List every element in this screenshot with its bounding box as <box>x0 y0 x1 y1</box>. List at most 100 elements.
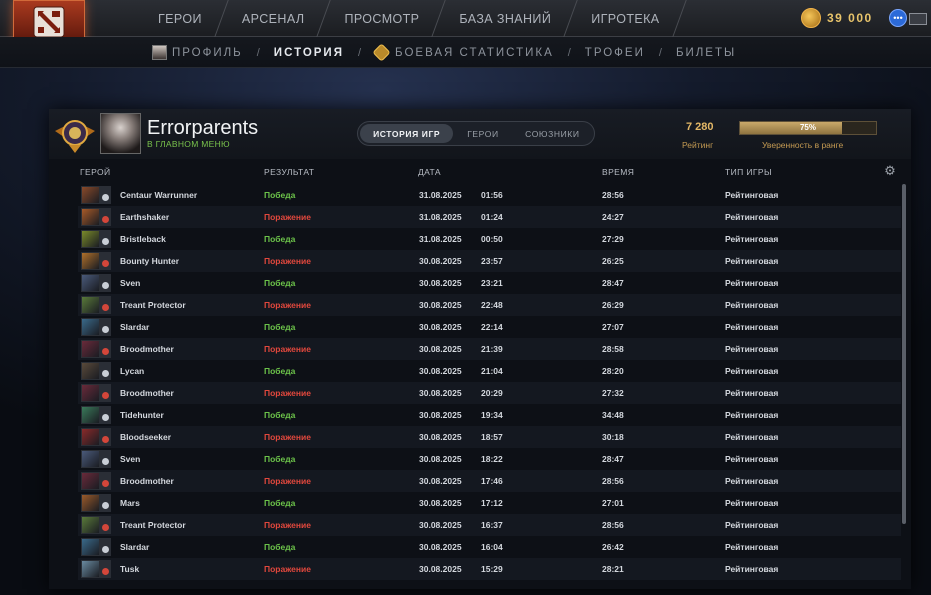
history-view-switcher: ИСТОРИЯ ИГР ГЕРОИ СОЮЗНИКИ <box>357 121 595 146</box>
table-row[interactable]: Slardar Победа 30.08.2025 22:14 27:07 Рейтинг… <box>78 316 901 338</box>
game-type: Рейтинговая <box>725 278 779 288</box>
role-badge-icon <box>100 428 111 446</box>
match-result: Победа <box>264 234 296 244</box>
table-row[interactable]: Broodmother Поражение 30.08.2025 20:29 27:32… <box>78 382 901 404</box>
nav-tab-arsenal[interactable]: АРСЕНАЛ <box>222 0 325 37</box>
match-duration: 28:58 <box>602 344 624 354</box>
tab-allies[interactable]: СОЮЗНИКИ <box>513 124 592 143</box>
table-row[interactable]: Lycan Победа 30.08.2025 21:04 28:20 Рейтингов… <box>78 360 901 382</box>
hero-portrait <box>81 362 100 380</box>
profile-subnav: ПРОФИЛЬ / ИСТОРИЯ / БОЕВАЯ СТАТИСТИКА / … <box>0 37 931 68</box>
tab-match-history[interactable]: ИСТОРИЯ ИГР <box>360 124 454 143</box>
match-result: Победа <box>264 322 296 332</box>
avatar[interactable] <box>100 113 141 154</box>
game-type: Рейтинговая <box>725 476 779 486</box>
table-row[interactable]: Broodmother Поражение 30.08.2025 17:46 28:56… <box>78 470 901 492</box>
table-row[interactable]: Bristleback Победа 31.08.2025 00:50 27:29 Рей… <box>78 228 901 250</box>
match-result: Поражение <box>264 432 311 442</box>
hero-name: Broodmother <box>120 344 174 354</box>
match-time: 18:57 <box>481 432 503 442</box>
profile-header: Errorparents В ГЛАВНОМ МЕНЮ ИСТОРИЯ ИГР … <box>49 109 911 159</box>
role-badge-icon <box>100 318 111 336</box>
hero-portrait <box>81 516 100 534</box>
chat-icon[interactable]: ••• <box>889 9 907 27</box>
scrollbar[interactable] <box>902 184 906 524</box>
subnav-stats[interactable]: БОЕВАЯ СТАТИСТИКА <box>372 43 554 62</box>
match-time: 16:37 <box>481 520 503 530</box>
nav-tab-knowledge[interactable]: БАЗА ЗНАНИЙ <box>439 0 571 37</box>
match-result: Поражение <box>264 300 311 310</box>
hero-portrait <box>81 274 100 292</box>
table-row[interactable]: Slardar Победа 30.08.2025 16:04 26:42 Рейтинг… <box>78 536 901 558</box>
role-badge-icon <box>100 362 111 380</box>
match-date: 30.08.2025 <box>419 564 462 574</box>
nav-tab-heroes[interactable]: ГЕРОИ <box>138 0 222 37</box>
subnav-trophies[interactable]: ТРОФЕИ <box>585 47 645 59</box>
hero-name: Slardar <box>120 322 150 332</box>
column-header-hero[interactable]: ГЕРОЙ <box>80 167 110 177</box>
subnav-tickets[interactable]: БИЛЕТЫ <box>676 47 736 59</box>
hero-portrait <box>81 230 100 248</box>
match-time: 21:04 <box>481 366 503 376</box>
subnav-profile-label: ПРОФИЛЬ <box>172 46 243 59</box>
match-time: 16:04 <box>481 542 503 552</box>
profile-avatar-icon <box>152 45 167 60</box>
match-duration: 28:56 <box>602 520 624 530</box>
match-date: 30.08.2025 <box>419 476 462 486</box>
subnav-history-label: ИСТОРИЯ <box>273 46 344 59</box>
hero-portrait <box>81 252 100 270</box>
match-date: 30.08.2025 <box>419 322 462 332</box>
shards-coin-icon <box>801 8 821 28</box>
rank-confidence-bar: 75% <box>739 121 877 135</box>
tab-heroes[interactable]: ГЕРОИ <box>453 124 512 143</box>
top-navigation-bar: ГЕРОИ АРСЕНАЛ ПРОСМОТР БАЗА ЗНАНИЙ ИГРОТ… <box>0 0 931 44</box>
table-row[interactable]: Tidehunter Победа 30.08.2025 19:34 34:48 Рейт… <box>78 404 901 426</box>
match-duration: 34:48 <box>602 410 624 420</box>
match-date: 30.08.2025 <box>419 256 462 266</box>
column-header-duration[interactable]: ВРЕМЯ <box>602 167 634 177</box>
match-time: 20:29 <box>481 388 503 398</box>
currency-display[interactable]: 39 000 <box>801 7 873 29</box>
role-badge-icon <box>100 560 111 578</box>
column-header-result[interactable]: РЕЗУЛЬТАТ <box>264 167 314 177</box>
role-badge-icon <box>100 516 111 534</box>
column-header-game-type[interactable]: ТИП ИГРЫ <box>725 167 772 177</box>
match-date: 30.08.2025 <box>419 278 462 288</box>
match-time: 22:48 <box>481 300 503 310</box>
subnav-profile[interactable]: ПРОФИЛЬ <box>152 45 243 60</box>
column-header-date[interactable]: ДАТА <box>418 167 441 177</box>
gear-icon[interactable]: ⚙ <box>883 163 897 178</box>
table-row[interactable]: Bloodseeker Поражение 30.08.2025 18:57 30:18… <box>78 426 901 448</box>
nav-tab-arcade[interactable]: ИГРОТЕКА <box>571 0 679 37</box>
nav-tab-watch[interactable]: ПРОСМОТР <box>324 0 439 37</box>
table-row[interactable]: Mars Победа 30.08.2025 17:12 27:01 Рейтингова… <box>78 492 901 514</box>
match-date: 30.08.2025 <box>419 410 462 420</box>
rating-value: 7 280 <box>686 121 714 133</box>
table-row[interactable]: Treant Protector Поражение 30.08.2025 16:37… <box>78 514 901 536</box>
subnav-history[interactable]: ИСТОРИЯ <box>274 47 344 59</box>
table-row[interactable]: Sven Победа 30.08.2025 18:22 28:47 Рейтингова… <box>78 448 901 470</box>
match-time: 23:57 <box>481 256 503 266</box>
table-row[interactable]: Earthshaker Поражение 31.08.2025 01:24 24:27… <box>78 206 901 228</box>
table-row[interactable]: Bounty Hunter Поражение 30.08.2025 23:57 26:… <box>78 250 901 272</box>
subnav-separator: / <box>658 46 662 59</box>
hero-portrait <box>81 208 100 226</box>
hero-name: Sven <box>120 278 141 288</box>
match-time: 01:56 <box>481 190 503 200</box>
table-row[interactable]: Broodmother Поражение 30.08.2025 21:39 28:58… <box>78 338 901 360</box>
subnav-stats-label: БОЕВАЯ СТАТИСТИКА <box>395 46 554 59</box>
hero-portrait <box>81 428 100 446</box>
hero-name: Broodmother <box>120 476 174 486</box>
rank-medal-icon <box>53 113 97 155</box>
match-duration: 27:29 <box>602 234 624 244</box>
table-row[interactable]: Centaur Warrunner Победа 31.08.2025 01:56 28… <box>78 184 901 206</box>
table-row[interactable]: Treant Protector Поражение 30.08.2025 22:48… <box>78 294 901 316</box>
match-result: Победа <box>264 454 296 464</box>
game-type: Рейтинговая <box>725 520 779 530</box>
rank-confidence-label: Уверенность в ранге <box>762 140 844 150</box>
table-row[interactable]: Tusk Поражение 30.08.2025 15:29 28:21 Рейтинг… <box>78 558 901 580</box>
table-row[interactable]: Sven Победа 30.08.2025 23:21 28:47 Рейтингова… <box>78 272 901 294</box>
mail-icon[interactable] <box>909 13 927 25</box>
game-type: Рейтинговая <box>725 212 779 222</box>
game-type: Рейтинговая <box>725 432 779 442</box>
